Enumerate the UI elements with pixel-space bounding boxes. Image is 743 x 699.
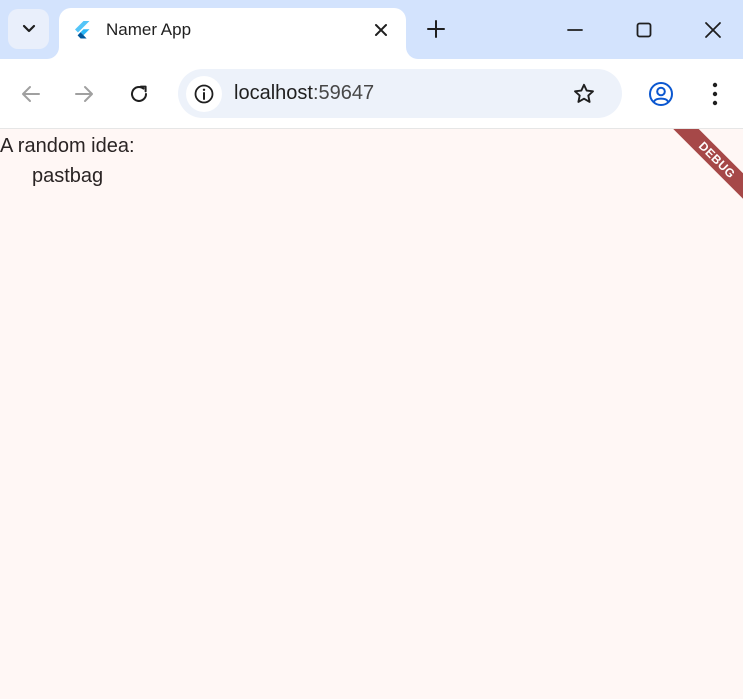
tab-strip: Namer App xyxy=(0,0,743,59)
random-idea-text: pastbag xyxy=(32,165,104,187)
new-tab-button[interactable] xyxy=(423,16,449,42)
tab-close-button[interactable] xyxy=(370,19,392,41)
chevron-down-icon xyxy=(22,24,35,33)
heading-text: A random idea: xyxy=(0,135,135,157)
page-viewport: A random idea: pastbag DEBUG xyxy=(0,129,743,699)
reload-icon xyxy=(131,85,147,102)
url-host: localhost xyxy=(234,82,313,104)
browser-toolbar: localhost:59647 xyxy=(0,59,743,129)
kebab-icon xyxy=(712,82,718,106)
back-button[interactable] xyxy=(13,76,49,112)
browser-menu-button[interactable] xyxy=(701,78,729,110)
arrow-left-icon xyxy=(22,86,40,102)
address-bar[interactable]: localhost:59647 xyxy=(178,69,622,118)
minimize-icon xyxy=(567,29,583,31)
maximize-button[interactable] xyxy=(624,10,664,50)
url-text[interactable]: localhost:59647 xyxy=(234,82,374,105)
site-info-button[interactable] xyxy=(186,76,222,112)
minimize-button[interactable] xyxy=(555,10,595,50)
window-close-button[interactable] xyxy=(693,10,733,50)
forward-button[interactable] xyxy=(66,76,102,112)
star-icon xyxy=(574,83,594,103)
close-icon xyxy=(705,22,721,38)
maximize-icon xyxy=(636,22,652,38)
flutter-logo-icon xyxy=(75,21,90,39)
account-circle-icon xyxy=(649,82,673,106)
bookmark-button[interactable] xyxy=(571,81,597,107)
info-icon xyxy=(194,84,214,104)
debug-banner: DEBUG xyxy=(671,129,743,206)
arrow-right-icon xyxy=(75,86,93,102)
active-tab[interactable]: Namer App xyxy=(59,8,406,59)
tab-search-button[interactable] xyxy=(8,9,49,49)
profile-button[interactable] xyxy=(645,78,677,110)
close-icon xyxy=(375,24,387,36)
tab-title: Namer App xyxy=(106,20,192,39)
plus-icon xyxy=(427,20,445,38)
reload-button[interactable] xyxy=(121,76,157,112)
url-port: :59647 xyxy=(312,82,375,104)
